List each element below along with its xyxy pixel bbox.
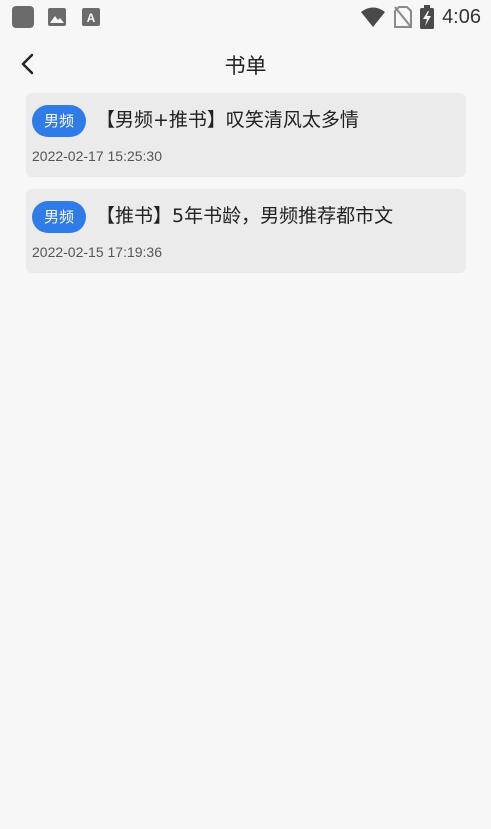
app-header: 书单: [0, 40, 491, 88]
booklist: 男频 【男频+推书】叹笑清风太多情 2022-02-17 15:25:30 男频…: [26, 93, 466, 285]
svg-text:A: A: [87, 11, 96, 25]
category-tag: 男频: [32, 201, 86, 233]
category-tag: 男频: [32, 105, 86, 137]
battery-charging-icon: [420, 5, 435, 29]
wifi-icon: [360, 6, 386, 28]
font-icon: A: [80, 6, 102, 28]
booklist-item-time: 2022-02-17 15:25:30: [32, 148, 162, 164]
booklist-item-time: 2022-02-15 17:19:36: [32, 244, 162, 260]
booklist-item[interactable]: 男频 【推书】5年书龄，男频推荐都市文 2022-02-15 17:19:36: [26, 189, 466, 273]
screen: A 4:06 书单 男频 【男频+推书】叹笑清风太多情 2022-02-17 1…: [0, 0, 491, 829]
status-bar: A 4:06: [0, 0, 491, 34]
image-icon: [46, 6, 68, 28]
page-title: 书单: [224, 54, 267, 78]
status-time: 4:06: [442, 5, 481, 28]
status-right: 4:06: [360, 4, 481, 30]
app-square-icon: [12, 6, 34, 28]
booklist-item-title: 【男频+推书】叹笑清风太多情: [96, 109, 359, 131]
no-sim-icon: [394, 6, 413, 28]
booklist-item-title: 【推书】5年书龄，男频推荐都市文: [96, 205, 394, 227]
booklist-item[interactable]: 男频 【男频+推书】叹笑清风太多情 2022-02-17 15:25:30: [26, 93, 466, 177]
